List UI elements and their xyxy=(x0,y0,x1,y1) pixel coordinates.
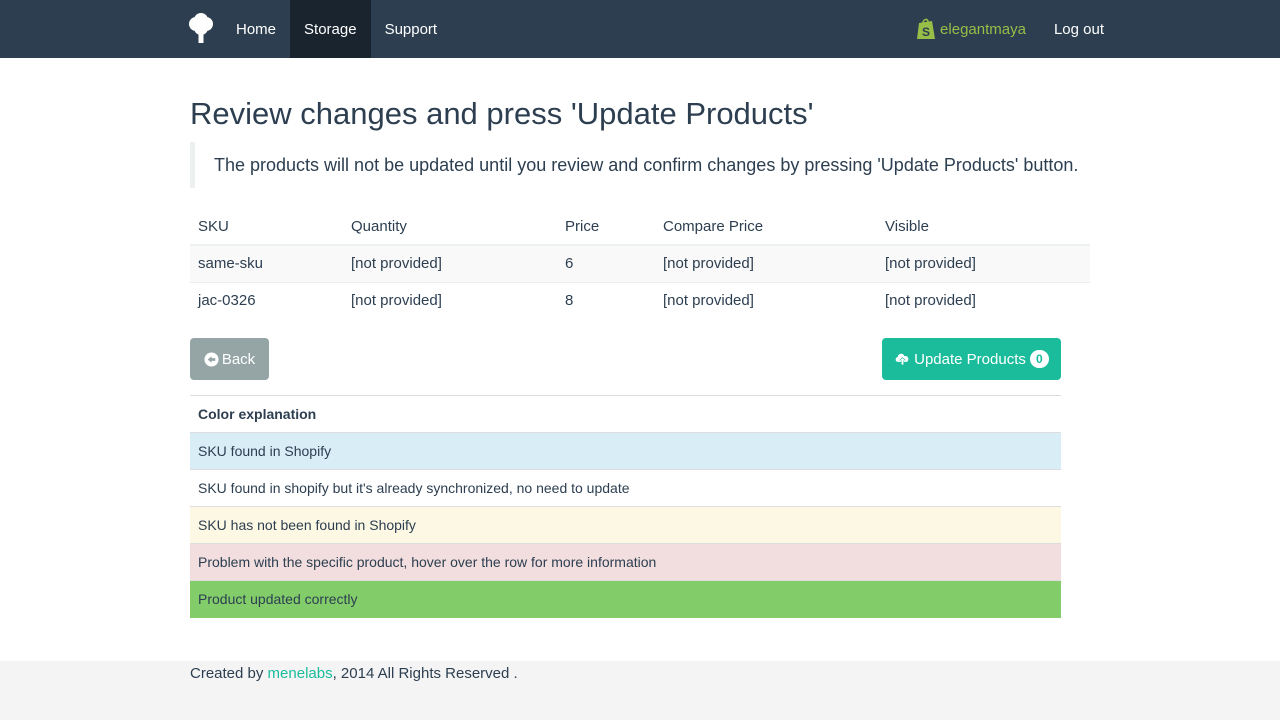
table-row: jac-0326 [not provided] 8 [not provided]… xyxy=(190,281,1090,319)
cell-quantity: [not provided] xyxy=(343,281,557,319)
header-quantity: Quantity xyxy=(343,208,557,246)
legend-row-synchronized: SKU found in shopify but it's already sy… xyxy=(190,469,1061,507)
table-row: same-sku [not provided] 6 [not provided]… xyxy=(190,244,1090,282)
header-sku: SKU xyxy=(190,208,343,246)
legend-label: SKU has not been found in Shopify xyxy=(190,506,1061,544)
navbar: Home Storage Support S elegantmaya Log o… xyxy=(0,0,1280,58)
legend-row-found: SKU found in Shopify xyxy=(190,432,1061,470)
legend-row-not-found: SKU has not been found in Shopify xyxy=(190,506,1061,544)
footer-menelabs-link[interactable]: menelabs xyxy=(268,665,333,682)
cell-quantity: [not provided] xyxy=(343,244,557,282)
back-label: Back xyxy=(221,350,256,368)
shopify-bag-icon: S xyxy=(917,18,936,39)
update-count-badge: 0 xyxy=(1029,350,1049,368)
svg-text:S: S xyxy=(922,25,930,39)
user-account-link[interactable]: S elegantmaya xyxy=(916,17,1026,41)
update-products-button[interactable]: Update Products 0 xyxy=(882,338,1061,380)
cell-sku: jac-0326 xyxy=(190,281,343,319)
username: elegantmaya xyxy=(940,20,1026,38)
header-price: Price xyxy=(557,208,655,246)
cell-visible: [not provided] xyxy=(877,281,1090,319)
legend-label: Problem with the specific product, hover… xyxy=(190,543,1061,581)
page-title: Review changes and press 'Update Product… xyxy=(190,96,814,131)
products-table: SKU Quantity Price Compare Price Visible… xyxy=(190,208,1090,319)
cloud-upload-icon xyxy=(894,352,911,366)
footer: Created by menelabs, 2014 All Rights Res… xyxy=(0,661,1280,720)
notice-text: The products will not be updated until y… xyxy=(214,154,1079,175)
header-visible: Visible xyxy=(877,208,1090,246)
header-compare-price: Compare Price xyxy=(655,208,877,246)
footer-suffix: , 2014 All Rights Reserved . xyxy=(332,665,518,682)
footer-prefix: Created by xyxy=(190,665,268,682)
nav-home[interactable]: Home xyxy=(222,0,290,58)
table-header-row: SKU Quantity Price Compare Price Visible xyxy=(190,208,1090,246)
cell-compare-price: [not provided] xyxy=(655,244,877,282)
legend-row-problem: Problem with the specific product, hover… xyxy=(190,543,1061,581)
legend-label: SKU found in Shopify xyxy=(190,432,1061,470)
legend-row-updated: Product updated correctly xyxy=(190,580,1061,618)
cell-compare-price: [not provided] xyxy=(655,281,877,319)
update-label: Update Products xyxy=(914,350,1026,368)
tree-icon xyxy=(189,13,213,43)
cell-visible: [not provided] xyxy=(877,244,1090,282)
brand-logo[interactable] xyxy=(180,0,222,58)
notice-blockquote: The products will not be updated until y… xyxy=(190,142,1090,188)
back-button[interactable]: Back xyxy=(190,338,269,380)
legend-label: SKU found in shopify but it's already sy… xyxy=(190,469,1061,507)
cell-price: 8 xyxy=(557,281,655,319)
arrow-circle-left-icon xyxy=(204,351,219,367)
logout-link[interactable]: Log out xyxy=(1054,21,1104,38)
cell-price: 6 xyxy=(557,244,655,282)
nav-support[interactable]: Support xyxy=(371,0,452,58)
color-explanation-table: Color explanation SKU found in Shopify S… xyxy=(190,395,1061,618)
legend-label: Product updated correctly xyxy=(190,580,1061,618)
nav-storage[interactable]: Storage xyxy=(290,0,371,58)
legend-title: Color explanation xyxy=(190,395,1061,433)
footer-text: Created by menelabs, 2014 All Rights Res… xyxy=(190,665,518,682)
cell-sku: same-sku xyxy=(190,244,343,282)
